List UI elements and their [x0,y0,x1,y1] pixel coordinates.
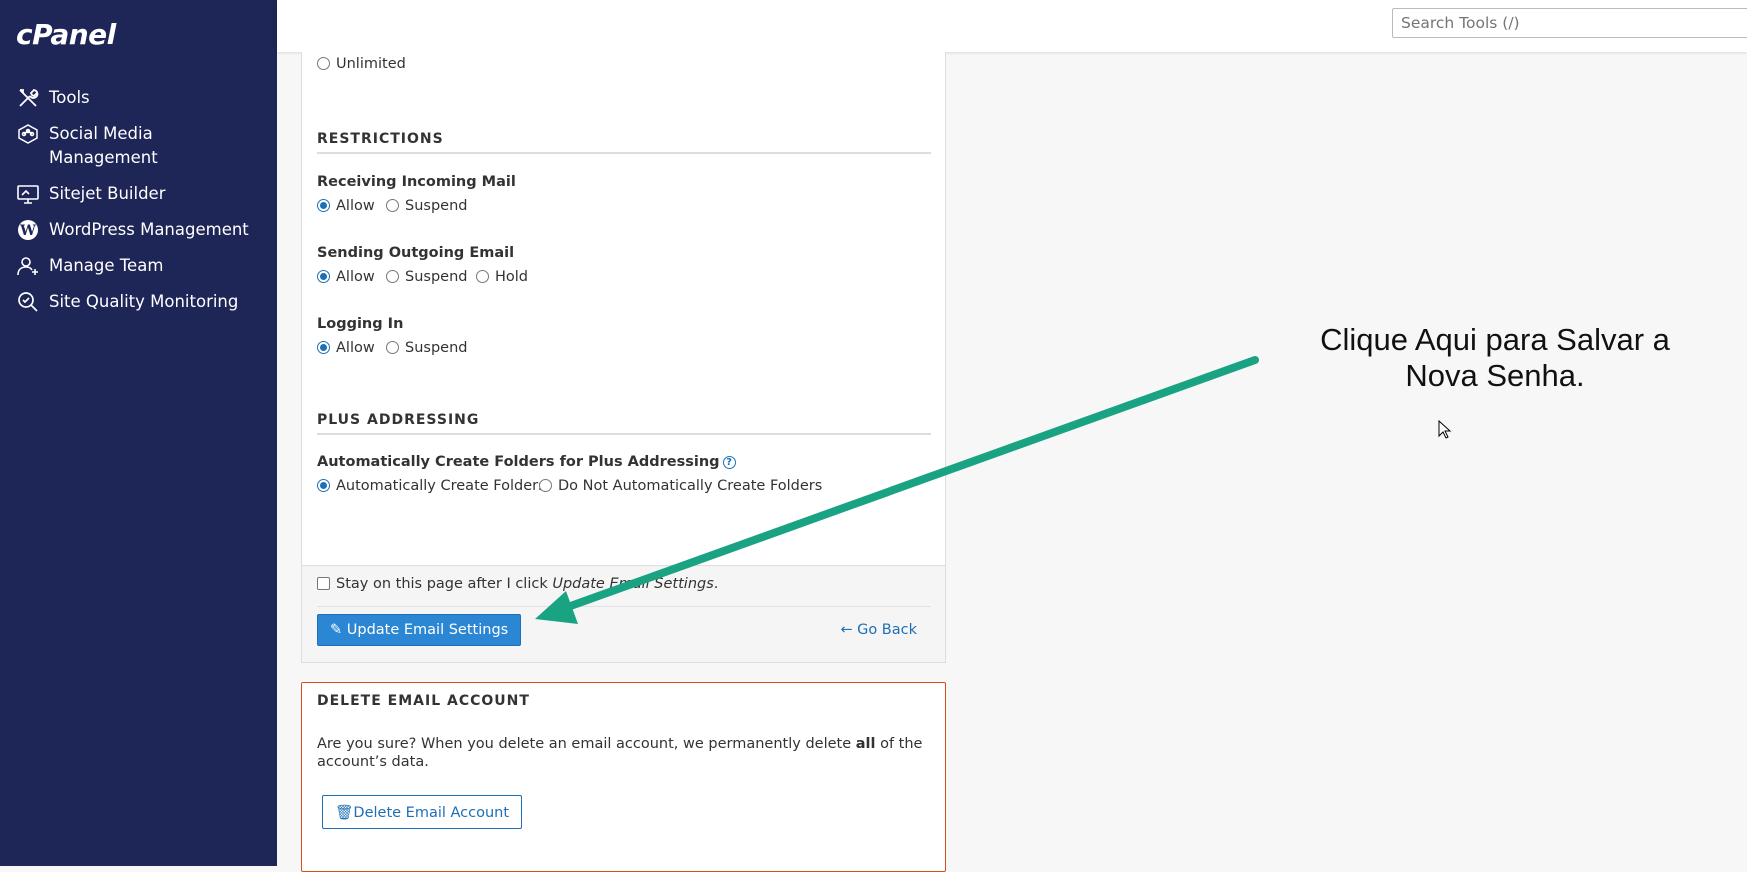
search-tools-input[interactable] [1392,8,1747,38]
quota-unlimited-option[interactable]: Unlimited [317,56,406,72]
email-settings-panel: Unlimited RESTRICTIONS Receiving Incomin… [301,52,946,663]
receiving-mail-label: Receiving Incoming Mail [317,174,516,190]
footer-divider [317,606,931,607]
login-suspend-option[interactable]: Suspend [386,340,467,356]
sidebar-item-label: Tools [49,88,90,107]
sending-hold-radio[interactable] [476,270,489,283]
no-auto-create-folders-option[interactable]: Do Not Automatically Create Folders [539,478,822,494]
delete-email-account-button[interactable]: 🗑Delete Email Account [322,795,523,829]
magnifier-check-icon [16,290,40,314]
stay-on-page-checkbox[interactable] [317,577,330,590]
restrictions-heading: RESTRICTIONS [317,131,931,154]
stay-on-page-option[interactable]: Stay on this page after I click Update E… [317,576,718,592]
login-suspend-radio[interactable] [386,341,399,354]
arrow-left-icon: ← [840,622,858,638]
login-allow-option[interactable]: Allow [317,340,375,356]
sidebar-item-tools[interactable]: Tools [0,86,277,110]
sidebar-item-label: Manage Team [49,256,164,275]
sidebar-item-site-quality[interactable]: Site Quality Monitoring [0,290,277,314]
tools-icon [16,86,40,110]
pencil-icon: ✎ [330,622,347,638]
delete-email-account-panel: DELETE EMAIL ACCOUNT Are you sure? When … [301,682,946,872]
sidebar-nav: Tools Social Media Management Sitejet Bu… [0,86,277,326]
no-auto-create-folders-radio[interactable] [539,479,552,492]
team-icon [16,254,40,278]
receiving-suspend-radio[interactable] [386,199,399,212]
sending-allow-option[interactable]: Allow [317,269,375,285]
sending-suspend-option[interactable]: Suspend [386,269,467,285]
delete-warning-text: Are you sure? When you delete an email a… [317,736,923,770]
sidebar-item-team[interactable]: Manage Team [0,254,277,278]
receiving-suspend-option[interactable]: Suspend [386,198,467,214]
cpanel-logo[interactable]: cPanel [16,18,116,51]
sidebar-item-wordpress[interactable]: W WordPress Management [0,218,277,242]
mouse-cursor-icon [1438,420,1452,439]
receiving-allow-radio[interactable] [317,199,330,212]
delete-account-heading: DELETE EMAIL ACCOUNT [317,693,530,709]
trash-icon: 🗑 [335,804,354,821]
annotation-text: Clique Aqui para Salvar a Nova Senha. [1320,322,1670,393]
wordpress-icon: W [16,218,40,242]
update-email-settings-button[interactable]: ✎ Update Email Settings [317,614,522,646]
receiving-allow-option[interactable]: Allow [317,198,375,214]
sending-suspend-radio[interactable] [386,270,399,283]
sending-email-label: Sending Outgoing Email [317,245,515,261]
login-allow-radio[interactable] [317,341,330,354]
sidebar-item-label: Social Media Management [49,124,158,167]
sending-hold-option[interactable]: Hold [476,269,528,285]
quota-unlimited-radio[interactable] [317,57,330,70]
plus-addressing-heading: PLUS ADDRESSING [317,412,931,435]
sidebar-item-label: WordPress Management [49,220,249,239]
sidebar-item-label: Site Quality Monitoring [49,292,239,311]
svg-text:W: W [19,223,36,239]
form-footer: Stay on this page after I click Update E… [302,565,945,662]
go-back-link[interactable]: ← Go Back [840,622,917,638]
monitor-icon [16,182,40,206]
logging-in-label: Logging In [317,316,404,332]
sending-allow-radio[interactable] [317,270,330,283]
social-media-icon [16,122,40,146]
sidebar: cPanel Tools Social Media Management Sit… [0,0,277,866]
plus-addressing-label: Automatically Create Folders for Plus Ad… [317,454,736,470]
sidebar-item-social-media[interactable]: Social Media Management [0,122,277,170]
auto-create-folders-option[interactable]: Automatically Create Folders [317,478,546,494]
sidebar-item-label: Sitejet Builder [49,184,166,203]
sidebar-item-sitejet[interactable]: Sitejet Builder [0,182,277,206]
auto-create-folders-radio[interactable] [317,479,330,492]
help-icon[interactable]: ? [722,456,736,469]
